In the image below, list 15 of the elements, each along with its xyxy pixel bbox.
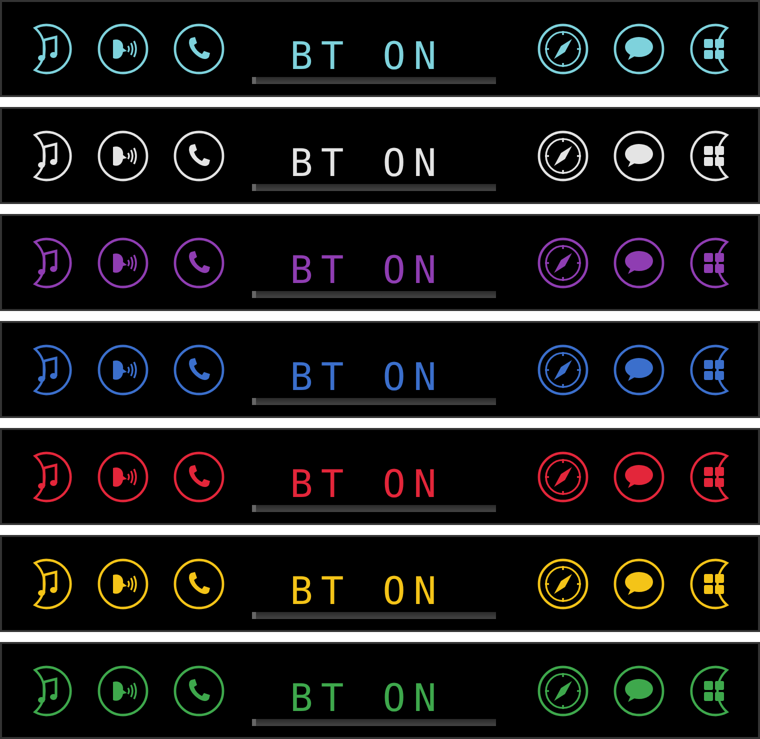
status-text: BT ON	[289, 144, 444, 182]
phone-icon[interactable]	[172, 664, 226, 718]
speaking-head-icon[interactable]	[96, 22, 150, 76]
phone-icon[interactable]	[172, 22, 226, 76]
compass-icon[interactable]	[536, 22, 590, 76]
compass-icon[interactable]	[536, 664, 590, 718]
status-text: BT ON	[289, 572, 444, 610]
speaking-head-icon[interactable]	[96, 664, 150, 718]
status-text: BT ON	[289, 678, 444, 716]
status-text: BT ON	[289, 36, 444, 74]
chat-bubble-icon[interactable]	[612, 22, 666, 76]
status-text: BT ON	[289, 250, 444, 288]
chat-bubble-icon[interactable]	[612, 664, 666, 718]
status-text: BT ON	[289, 464, 444, 502]
status-text: BT ON	[289, 358, 444, 396]
